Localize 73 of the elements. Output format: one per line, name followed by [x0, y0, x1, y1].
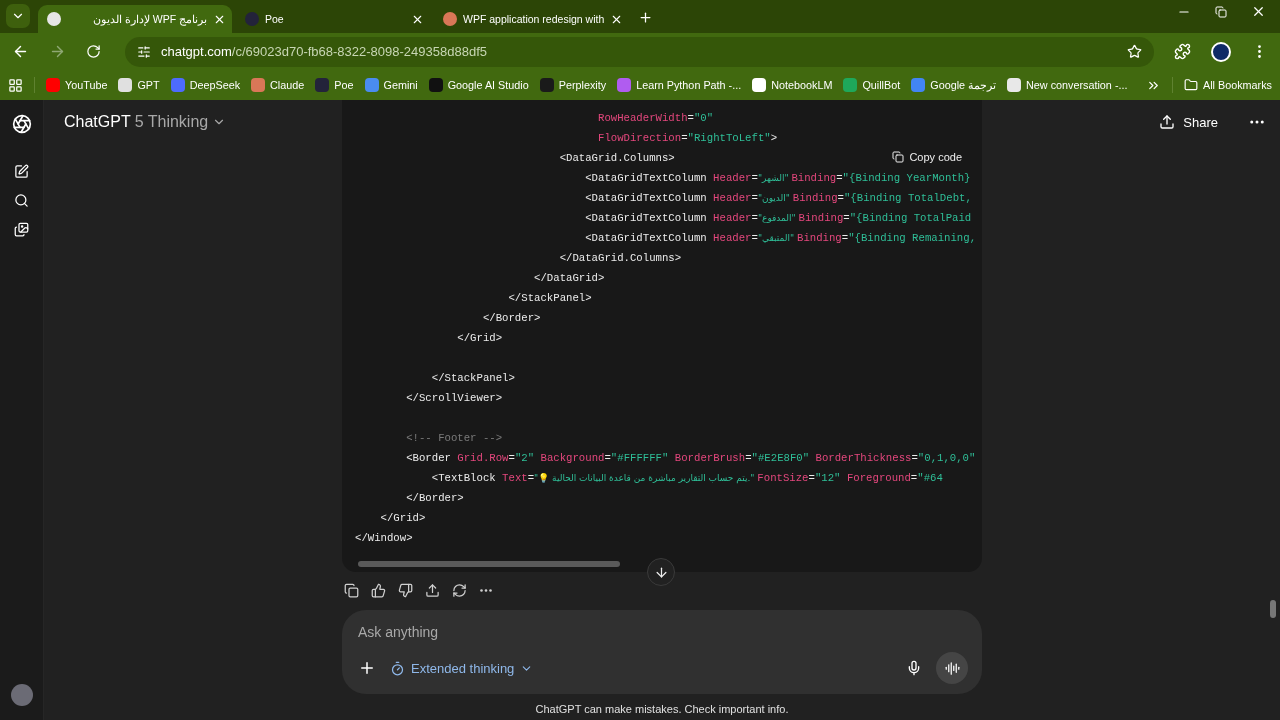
- bookmark-link[interactable]: Google AI Studio: [428, 78, 529, 92]
- disclaimer-text: ChatGPT can make mistakes. Check important info.: [535, 703, 789, 715]
- new-tab-icon[interactable]: [638, 10, 653, 25]
- bookmark-link[interactable]: QuillBot: [843, 78, 901, 92]
- back-icon[interactable]: [12, 43, 29, 60]
- bookmark-link[interactable]: GPT: [118, 78, 160, 92]
- code-line: </DataGrid>: [533, 271, 605, 286]
- reload-icon[interactable]: [86, 44, 101, 59]
- close-icon[interactable]: [1251, 4, 1266, 19]
- browser-tab[interactable]: Poe: [236, 5, 430, 33]
- site-settings-icon[interactable]: [137, 44, 151, 59]
- browser-tab[interactable]: برنامج WPF لإدارة الديون: [38, 5, 232, 33]
- code-line: <DataGrid.Columns>: [558, 151, 675, 166]
- bookmark-link[interactable]: New conversation -...: [1007, 78, 1128, 92]
- new-chat-icon[interactable]: [14, 164, 29, 179]
- star-icon[interactable]: [1127, 44, 1142, 59]
- bookmark-link[interactable]: Poe: [315, 78, 354, 92]
- restore-icon[interactable]: [1215, 4, 1227, 19]
- code-line: <Border Grid.Row="2" Background="#FFFFFF" BorderBrush="#E2E8F0" BorderThickness="0,1,0,0": [405, 451, 976, 466]
- code-line: </Window>: [355, 531, 413, 546]
- bookmark-link[interactable]: Perplexity: [539, 78, 607, 92]
- folder-icon: [1184, 78, 1198, 92]
- code-line: FlowDirection="RightToLeft">: [597, 131, 778, 146]
- apps-grid-icon[interactable]: [8, 77, 23, 93]
- copy-button[interactable]: [342, 581, 360, 599]
- model-selector[interactable]: ChatGPT 5 Thinking: [58, 112, 233, 132]
- bookmark-link[interactable]: DeepSeek: [170, 78, 241, 92]
- bookmark-link[interactable]: Learn Python Path -...: [617, 78, 742, 92]
- bookmark-link[interactable]: YouTube: [46, 78, 108, 92]
- browser-tab[interactable]: WPF application redesign with: [434, 5, 628, 33]
- bookmark-link[interactable]: Claude: [251, 78, 305, 92]
- thumbs-up-button[interactable]: [369, 581, 387, 599]
- message-input[interactable]: Ask anything: [358, 622, 968, 642]
- thinking-mode-button[interactable]: Extended thinking: [390, 660, 534, 676]
- voice-button[interactable]: [936, 652, 968, 684]
- tab-search-button[interactable]: [6, 4, 30, 28]
- images-icon[interactable]: [14, 222, 29, 237]
- regenerate-button[interactable]: [450, 581, 468, 599]
- code-line: <!-- Footer -->: [405, 431, 503, 446]
- plus-icon[interactable]: [358, 659, 376, 677]
- bookmark-link[interactable]: Gemini: [364, 78, 418, 92]
- code-line: </Border>: [405, 491, 464, 506]
- scroll-down-button[interactable]: [647, 558, 675, 586]
- upload-icon: [1159, 114, 1176, 130]
- code-line: </ScrollViewer>: [405, 391, 503, 406]
- puzzle-icon[interactable]: [1174, 43, 1191, 60]
- timer-icon: [390, 660, 405, 676]
- copy-icon: [892, 151, 905, 163]
- bookmark-link[interactable]: NotebookLM: [752, 78, 833, 92]
- bookmark-link[interactable]: Google ترجمة: [911, 78, 997, 92]
- scrollbar[interactable]: [1270, 600, 1276, 618]
- forward-icon[interactable]: [49, 43, 66, 60]
- code-line: RowHeaderWidth="0": [597, 111, 714, 126]
- logo-icon[interactable]: [11, 114, 32, 134]
- code-line: </DataGrid.Columns>: [558, 251, 682, 266]
- code-line: </StackPanel>: [507, 291, 592, 306]
- more-icon: [480, 588, 492, 592]
- profile-avatar[interactable]: [1211, 41, 1231, 62]
- audio-lines-icon: [944, 660, 960, 676]
- code-line: </StackPanel>: [430, 371, 515, 386]
- avatar[interactable]: [10, 684, 33, 706]
- address-field[interactable]: chatgpt.com/c/69023d70-fb68-8322-8098-249358d88df5: [125, 36, 1154, 67]
- code-line: </Grid>: [456, 331, 503, 346]
- all-bookmarks-link[interactable]: All Bookmarks: [1184, 78, 1272, 92]
- search-icon[interactable]: [14, 193, 29, 208]
- url-text: chatgpt.com/c/69023d70-fb68-8322-8098-249358d88df5: [161, 44, 488, 59]
- arrow-down-icon: [653, 564, 669, 580]
- share-button[interactable]: [423, 581, 441, 599]
- mic-icon[interactable]: [906, 660, 922, 676]
- code-line: </Grid>: [379, 511, 426, 526]
- thumbs-down-button[interactable]: [396, 581, 414, 599]
- code-line: </Border>: [481, 311, 541, 326]
- share-button[interactable]: Share: [1153, 113, 1224, 131]
